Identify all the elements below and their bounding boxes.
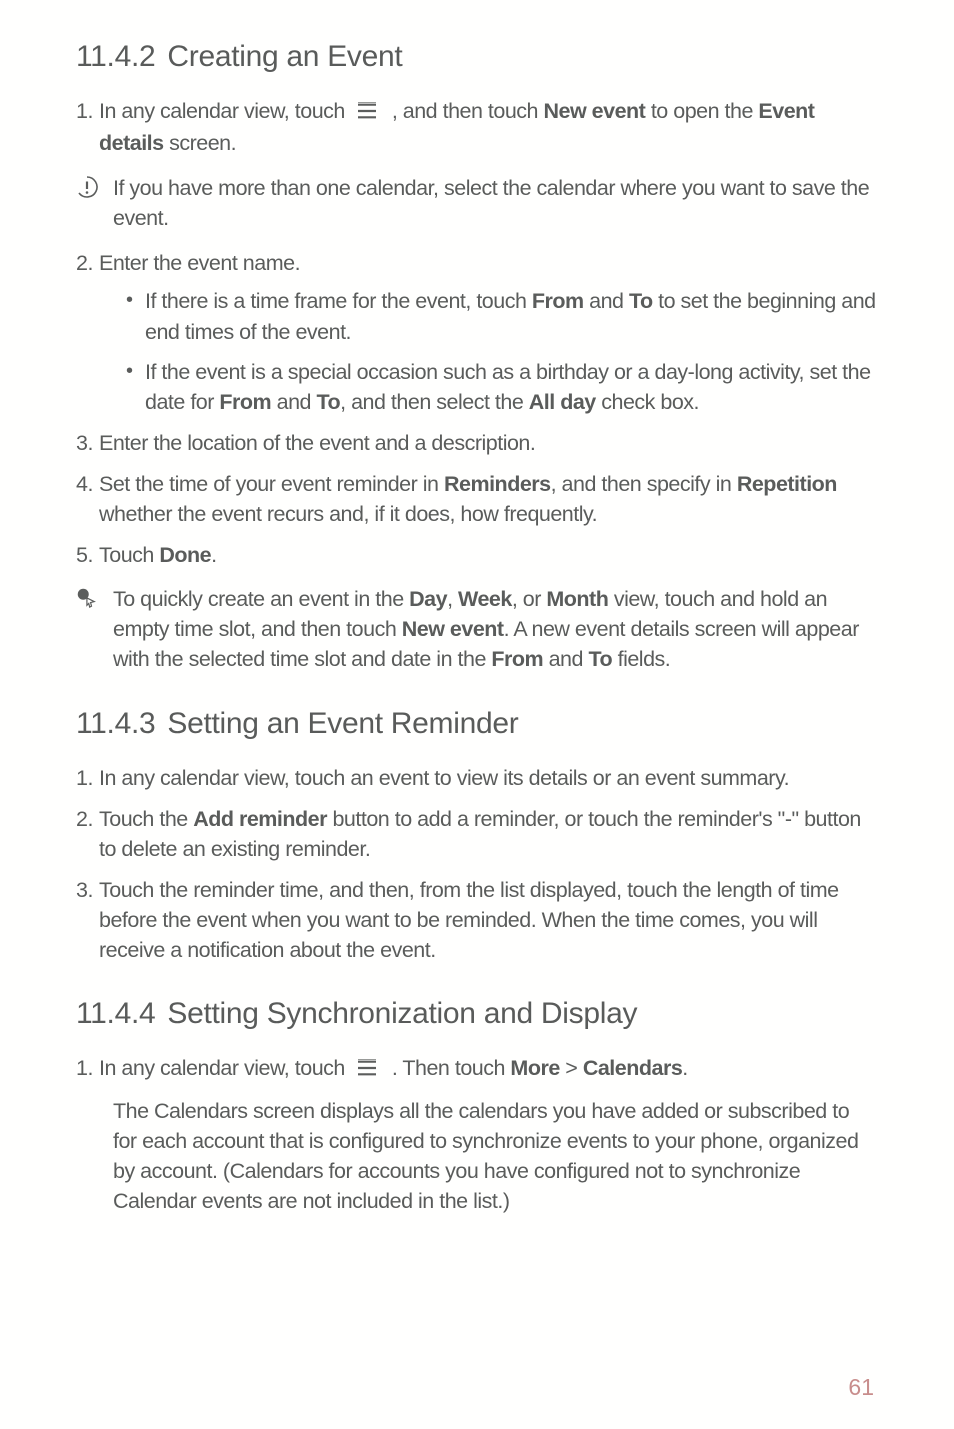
- info-exclaim-icon: [75, 175, 99, 199]
- bullet-time-frame: If there is a time frame for the event, …: [99, 286, 878, 346]
- sub-bullets: If there is a time frame for the event, …: [99, 286, 878, 416]
- menu-icon: [356, 98, 380, 128]
- heading-setting-reminder: 11.4.3Setting an Event Reminder: [76, 703, 878, 745]
- steps-creating-event: 1. In any calendar view, touch , and the…: [76, 96, 878, 158]
- important-note: If you have more than one calendar, sele…: [76, 173, 878, 233]
- step-2: 2. Enter the event name. If there is a t…: [76, 248, 878, 416]
- step-1: 1. In any calendar view, touch , and the…: [76, 96, 878, 158]
- heading-creating-event: 11.4.2Creating an Event: [76, 36, 878, 78]
- tip-note: To quickly create an event in the Day, W…: [76, 584, 878, 674]
- steps-sync-display: 1. In any calendar view, touch . Then to…: [76, 1053, 878, 1085]
- step-2: 2. Touch the Add reminder button to add …: [76, 804, 878, 864]
- step-3: 3. Enter the location of the event and a…: [76, 428, 878, 458]
- step-3: 3. Touch the reminder time, and then, fr…: [76, 875, 878, 965]
- calendars-description: The Calendars screen displays all the ca…: [76, 1096, 878, 1216]
- step-5: 5. Touch Done.: [76, 540, 878, 570]
- steps-creating-event-cont: 2. Enter the event name. If there is a t…: [76, 248, 878, 570]
- step-1: 1. In any calendar view, touch . Then to…: [76, 1053, 878, 1085]
- step-4: 4. Set the time of your event reminder i…: [76, 469, 878, 529]
- steps-setting-reminder: 1. In any calendar view, touch an event …: [76, 763, 878, 966]
- tip-cursor-icon: [75, 586, 99, 610]
- step-1: 1. In any calendar view, touch an event …: [76, 763, 878, 793]
- note-text: If you have more than one calendar, sele…: [113, 176, 869, 230]
- menu-icon: [356, 1055, 380, 1085]
- heading-sync-display: 11.4.4Setting Synchronization and Displa…: [76, 993, 878, 1035]
- page-number: 61: [848, 1371, 874, 1403]
- bullet-all-day: If the event is a special occasion such …: [99, 357, 878, 417]
